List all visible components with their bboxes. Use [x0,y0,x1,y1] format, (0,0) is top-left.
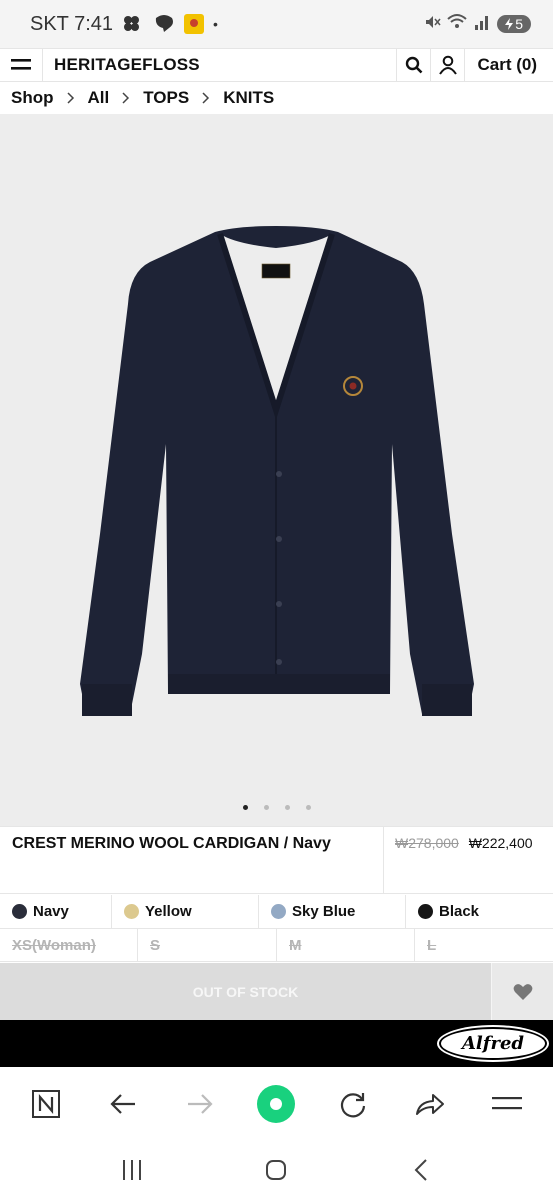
out-of-stock-button[interactable]: OUT OF STOCK [0,963,491,1020]
forward-button[interactable] [178,1082,222,1126]
search-icon [405,56,423,74]
cardigan-illustration [80,226,474,716]
account-button[interactable] [431,49,466,81]
arrow-left-icon [110,1094,136,1114]
battery-indicator: 5 [497,15,531,33]
ad-banner[interactable]: Alfred [0,1020,553,1067]
gallery-pagination [0,805,553,810]
recent-apps-icon [123,1160,142,1180]
size-option-xs-woman[interactable]: XS(Woman) [0,929,138,961]
color-swatch [124,904,139,919]
system-back-button[interactable] [399,1148,443,1192]
breadcrumb-all[interactable]: All [88,88,110,108]
system-home-button[interactable] [254,1148,298,1192]
breadcrumb-knits[interactable]: KNITS [223,88,274,108]
share-button[interactable] [408,1082,452,1126]
status-dot: • [213,16,218,32]
size-options: XS(Woman) S M L [0,929,553,962]
recent-apps-button[interactable] [110,1148,154,1192]
sale-price: ₩222,400 [468,835,533,851]
app-notification-icon [121,14,145,34]
menu-button[interactable] [0,49,43,81]
carrier-time: SKT 7:41 [30,12,114,35]
chevron-right-icon [202,92,210,104]
naver-tabs-button[interactable] [24,1082,68,1126]
breadcrumb-tops[interactable]: TOPS [143,88,189,108]
signal-icon [473,13,491,36]
home-square-icon [266,1160,287,1180]
color-label: Navy [33,903,69,920]
product-info: CREST MERINO WOOL CARDIGAN / Navy ₩278,0… [0,826,553,894]
alfred-logo[interactable]: Alfred [439,1027,547,1060]
site-header: HERITAGEFLOSS Cart (0) [0,48,553,82]
chat-bubble-icon [153,14,175,34]
size-option-m[interactable]: M [277,929,415,961]
mute-icon [423,13,441,36]
status-right: 5 [423,13,531,36]
arrow-right-icon [187,1094,213,1114]
gallery-dot[interactable] [305,805,311,810]
color-options: Navy Yellow Sky Blue Black [0,895,553,929]
battery-level: 5 [515,16,523,32]
product-title: CREST MERINO WOOL CARDIGAN / Navy [0,827,384,893]
breadcrumb: Shop All TOPS KNITS [0,82,553,114]
breadcrumb-shop[interactable]: Shop [11,88,54,108]
browser-toolbar [0,1068,553,1140]
refresh-button[interactable] [331,1082,375,1126]
green-dot-icon [257,1085,296,1123]
search-button[interactable] [397,49,432,81]
share-icon [415,1094,444,1115]
chevron-left-icon [414,1159,427,1181]
back-button[interactable] [101,1082,145,1126]
purchase-actions: OUT OF STOCK [0,963,553,1020]
naver-n-icon [32,1090,61,1118]
status-left: SKT 7:41 • [30,13,218,36]
color-option-yellow[interactable]: Yellow [112,895,259,928]
status-bar: SKT 7:41 • 5 [0,0,553,48]
color-option-black[interactable]: Black [406,895,553,928]
hamburger-icon [11,59,31,70]
gallery-dot[interactable] [242,805,248,810]
gallery-dot[interactable] [263,805,269,810]
color-swatch [12,904,27,919]
wishlist-button[interactable] [491,963,553,1020]
charging-icon [505,18,514,30]
chevron-right-icon [122,92,130,104]
app-badge-icon [183,13,205,35]
hamburger-icon [491,1097,522,1110]
color-label: Black [439,903,480,920]
product-image[interactable] [0,114,553,826]
color-label: Sky Blue [292,903,356,920]
heart-icon [513,983,532,1000]
color-swatch [418,904,433,919]
price-box: ₩278,000 ₩222,400 [384,827,553,893]
size-option-l[interactable]: L [415,929,553,961]
size-option-s[interactable]: S [138,929,277,961]
color-label: Yellow [145,903,192,920]
cart-button[interactable]: Cart (0) [465,49,553,81]
original-price: ₩278,000 [395,835,459,851]
color-option-sky-blue[interactable]: Sky Blue [259,895,406,928]
wifi-icon [447,13,467,36]
browser-menu-button[interactable] [485,1082,529,1126]
system-navigation [0,1140,553,1200]
color-swatch [271,904,286,919]
color-option-navy[interactable]: Navy [0,895,112,928]
refresh-icon [341,1093,366,1118]
home-button[interactable] [254,1082,298,1126]
brand-logo[interactable]: HERITAGEFLOSS [43,49,398,81]
gallery-dot[interactable] [284,805,290,810]
chevron-right-icon [66,92,75,104]
alfred-logo-text: Alfred [461,1033,525,1054]
user-icon [439,55,457,75]
